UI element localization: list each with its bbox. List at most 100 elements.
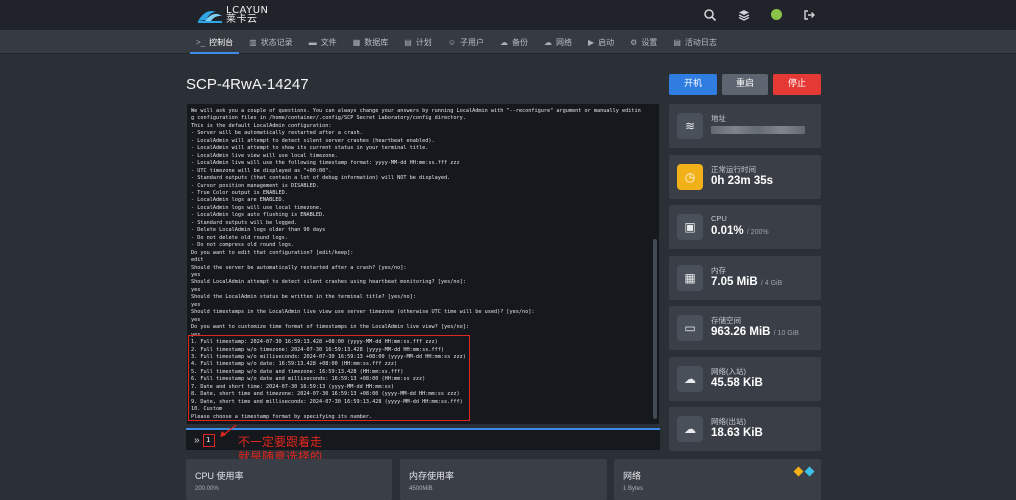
tab-label: 启动 — [598, 37, 615, 47]
card-value-wrap: 7.05 MiB / 4 GiB — [711, 276, 782, 288]
console-line: Should the server be automatically resta… — [191, 264, 407, 271]
console-line: - LocalAdmin logs are ENABLED. — [191, 197, 285, 204]
timestamp-options-highlight — [188, 335, 470, 421]
console-line: Do you want to edit that configuration? … — [191, 249, 354, 256]
inbound-legend-icon[interactable] — [793, 466, 804, 477]
logout-icon[interactable] — [802, 8, 816, 22]
tab-label: 设置 — [641, 37, 658, 47]
tab-label: 数据库 — [364, 37, 389, 47]
tab-label: 子用户 — [459, 37, 484, 47]
folder-icon: ▬ — [308, 37, 317, 47]
storage-card: ▭ 存储空间 963.26 MiB / 10 GiB — [669, 306, 821, 350]
panel-title: CPU 使用率 — [195, 471, 244, 481]
clock-icon: ◷ — [677, 164, 703, 190]
tab-schedule[interactable]: ▤ 计划 — [396, 30, 440, 54]
start-button[interactable]: 开机 — [669, 74, 717, 95]
card-label: CPU — [711, 214, 727, 223]
console-line: - Standard outputs will be logged. — [191, 219, 298, 226]
cpu-icon: ▣ — [677, 214, 703, 240]
card-limit: / 200% — [746, 229, 769, 236]
disk-icon: ▭ — [677, 315, 703, 341]
tab-activity-log[interactable]: ▤ 活动日志 — [665, 30, 725, 54]
console-line: - Do not compress old round logs. — [191, 242, 295, 249]
list-icon: ▤ — [673, 37, 681, 47]
tab-label: 备份 — [511, 37, 528, 47]
console-line: edit — [191, 257, 204, 264]
cloud-upload-icon: ☁ — [677, 416, 703, 442]
address-card: ≋ 地址 — [669, 104, 821, 148]
command-input[interactable]: 1 — [203, 434, 215, 447]
tab-settings[interactable]: ⚙ 设置 — [622, 30, 665, 54]
server-title: SCP-4RwA-14247 — [186, 76, 309, 93]
console-line: - Cursor position management is DISABLED… — [191, 182, 320, 189]
status-indicator[interactable] — [771, 9, 782, 20]
card-limit: / 10 GiB — [773, 330, 799, 337]
card-label: 存储空间 — [711, 316, 741, 325]
console-line: - Server will be automatically restarted… — [191, 130, 363, 137]
memory-usage-panel: 内存使用率 4500MiB — [400, 459, 607, 500]
main-nav: >_ 控制台 ▥ 状态记录 ▬ 文件 ▦ 数据库 ▤ 计划 ☺ 子用户 ☁ 备份 ☁ 网络 ▶ 启… — [0, 30, 1016, 54]
uptime-card: ◷ 正常运行时间 0h 23m 35s — [669, 155, 821, 199]
card-value-wrap: 963.26 MiB / 10 GiB — [711, 326, 799, 338]
console-line: - Do not delete old round logs. — [191, 234, 288, 241]
card-label: 网络(入站) — [711, 367, 746, 376]
console-line: - Delete LocalAdmin logs older than 90 d… — [191, 227, 326, 234]
console-line: Should timestamps in the LocalAdmin live… — [191, 309, 535, 316]
console-line: Do you want to customize time format of … — [191, 324, 469, 331]
tab-label: 状态记录 — [260, 37, 293, 47]
annotation-arrow-icon — [220, 424, 237, 437]
top-bar: LCAYUN 莱卡云 — [0, 0, 1016, 30]
console-scrollbar[interactable] — [653, 239, 657, 419]
card-label: 内存 — [711, 266, 726, 275]
tab-startup[interactable]: ▶ 启动 — [580, 30, 622, 54]
outbound-legend-icon[interactable] — [804, 466, 815, 477]
network-panel: 网络 1 Bytes — [614, 459, 821, 500]
tab-files[interactable]: ▬ 文件 — [301, 30, 345, 54]
panel-title: 网络 — [623, 471, 642, 481]
terminal-icon: >_ — [196, 37, 206, 47]
card-label: 网络(出站) — [711, 417, 746, 426]
console-line: - LocalAdmin will attempt to show its cu… — [191, 145, 429, 152]
tab-subusers[interactable]: ☺ 子用户 — [440, 30, 492, 54]
search-icon[interactable] — [703, 8, 717, 22]
logo-mark-icon — [198, 11, 222, 23]
panel-axis-max: 200.00% — [195, 486, 219, 492]
layers-icon[interactable] — [737, 8, 751, 22]
tab-database[interactable]: ▦ 数据库 — [345, 30, 397, 54]
database-icon: ▦ — [352, 37, 361, 47]
network-icon: ☁ — [543, 37, 552, 47]
card-value: 18.63 KiB — [711, 427, 763, 439]
tab-label: 文件 — [320, 37, 337, 47]
console-line: Should LocalAdmin attempt to detect sile… — [191, 279, 466, 286]
tab-network[interactable]: ☁ 网络 — [536, 30, 580, 54]
logo[interactable]: LCAYUN 莱卡云 — [196, 5, 269, 25]
panel-title: 内存使用率 — [409, 471, 455, 481]
console-line: yes — [191, 271, 201, 278]
stop-button[interactable]: 停止 — [773, 74, 821, 95]
card-value: 963.26 MiB — [711, 326, 771, 338]
console-line: - Standard outputs (that contain a lot o… — [191, 175, 451, 182]
tab-backup[interactable]: ☁ 备份 — [492, 30, 536, 54]
annotation-line-1: 不一定要跟着走 — [238, 435, 323, 449]
restart-button[interactable]: 重启 — [722, 74, 768, 95]
cloud-download-icon: ☁ — [677, 366, 703, 392]
cpu-usage-panel: CPU 使用率 200.00% — [186, 459, 392, 500]
console-line: - UTC timezone will be displayed as "+00… — [191, 167, 332, 174]
console-line: We will ask you a couple of questions. Y… — [191, 108, 641, 114]
tab-status-log[interactable]: ▥ 状态记录 — [241, 30, 301, 54]
memory-card: ▦ 内存 7.05 MiB / 4 GiB — [669, 256, 821, 300]
console-line: - LocalAdmin will attempt to detect sile… — [191, 137, 435, 144]
console-line: - LocalAdmin logs auto flushing is ENABL… — [191, 212, 326, 219]
card-value: 45.58 KiB — [711, 377, 763, 389]
tab-label: 控制台 — [209, 37, 234, 47]
tab-console[interactable]: >_ 控制台 — [188, 30, 241, 54]
console-line: yes — [191, 316, 201, 323]
console-line: g configuration files in /home/container… — [191, 115, 466, 122]
users-icon: ☺ — [447, 37, 456, 47]
logo-text-bottom: 莱卡云 — [226, 14, 258, 25]
card-limit: / 4 GiB — [760, 280, 783, 287]
console-line: yes — [191, 301, 201, 308]
card-value: 0.01% — [711, 225, 744, 237]
cloud-icon: ☁ — [499, 37, 508, 47]
network-out-card: ☁ 网络(出站) 18.63 KiB — [669, 407, 821, 451]
